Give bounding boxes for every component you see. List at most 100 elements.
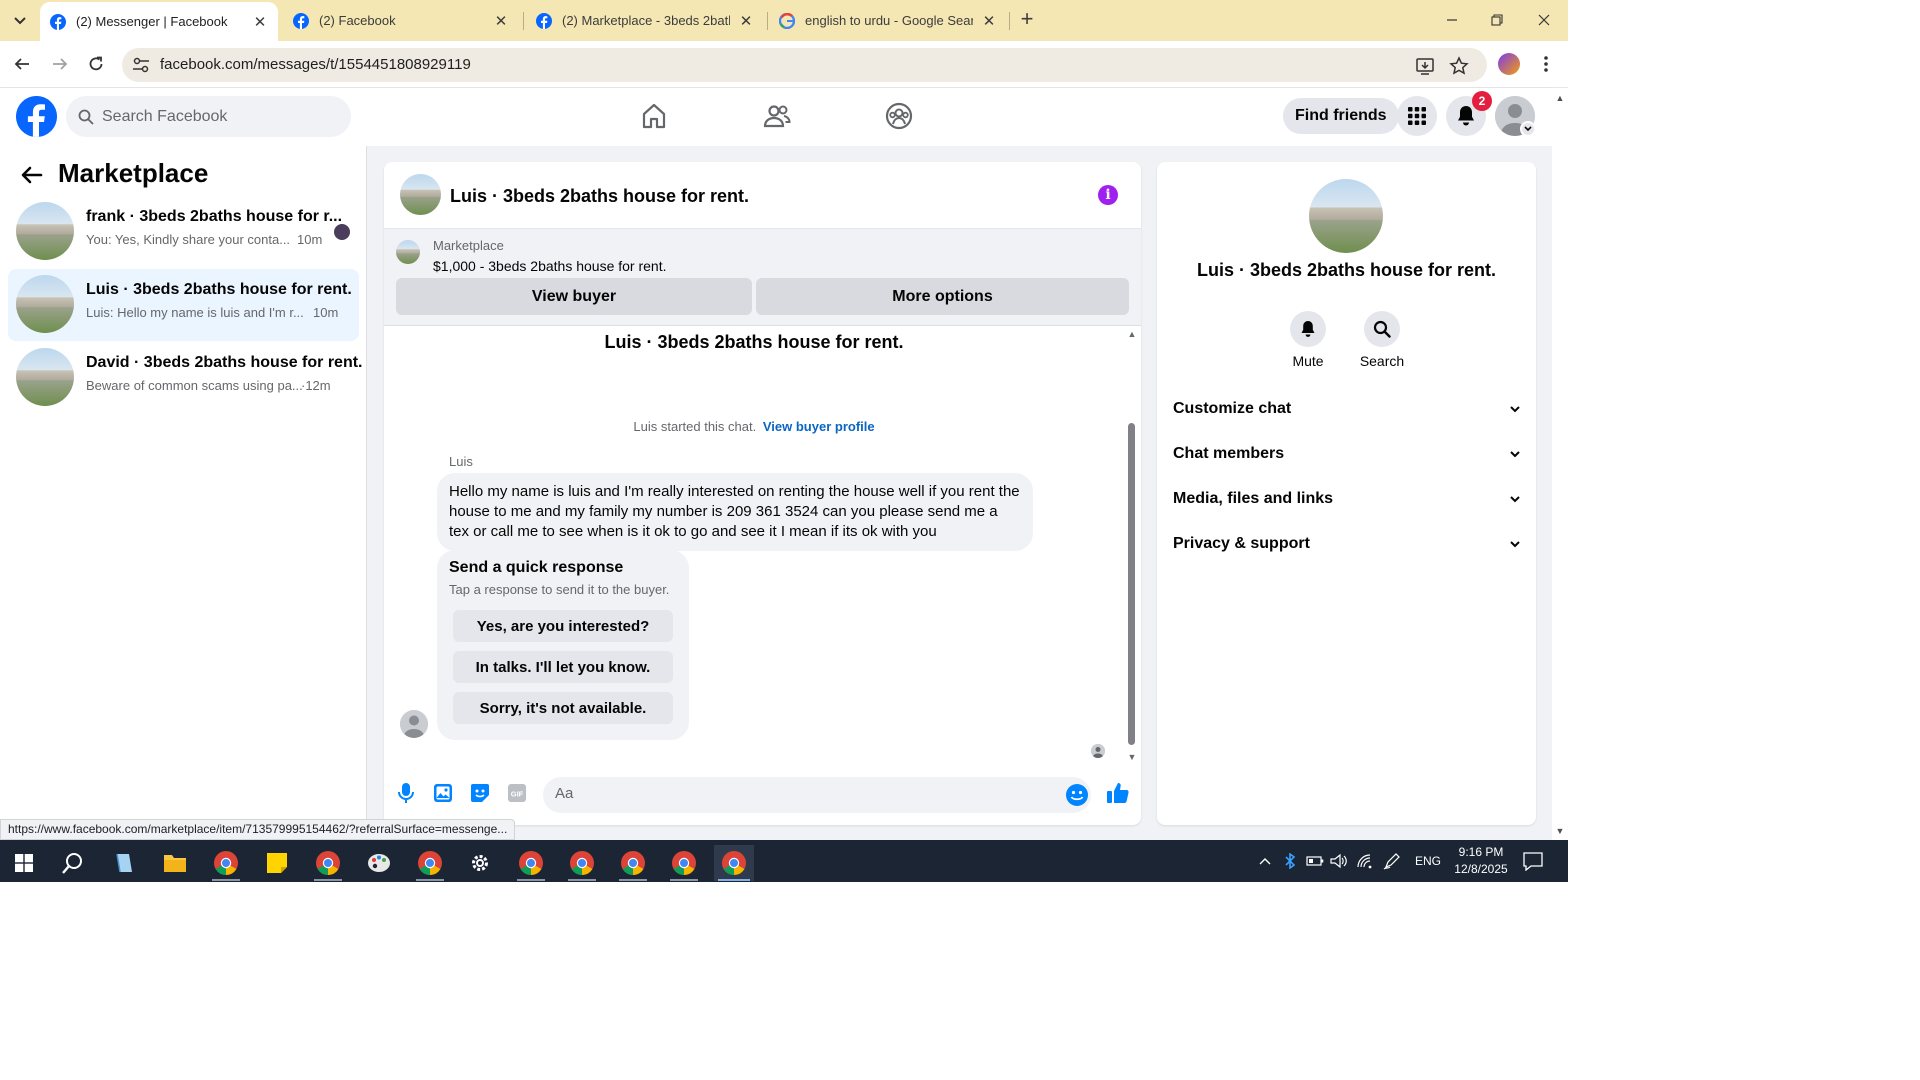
sender-avatar[interactable] <box>400 710 428 738</box>
find-friends-button[interactable]: Find friends <box>1283 98 1399 134</box>
message-input[interactable] <box>555 785 1035 802</box>
volume-tray[interactable] <box>1330 852 1348 870</box>
browser-tab-messenger[interactable]: (2) Messenger | Facebook ✕ <box>40 2 278 41</box>
chat-info-panel: Luis · 3beds 2baths house for rent. Mute… <box>1157 162 1536 825</box>
listing-summary[interactable]: $1,000 - 3beds 2baths house for rent. <box>433 258 667 274</box>
section-chat-members[interactable]: Chat members <box>1173 434 1520 474</box>
browser-tab-marketplace[interactable]: (2) Marketplace - 3beds 2baths ✕ <box>526 0 764 41</box>
info-icon[interactable]: i <box>1098 185 1118 205</box>
address-bar[interactable]: facebook.com/messages/t/1554451808929119 <box>122 48 1487 82</box>
chat-title[interactable]: Luis · 3beds 2baths house for rent. <box>450 186 749 207</box>
close-tab-icon[interactable]: ✕ <box>493 12 509 30</box>
scroll-up-icon[interactable]: ▲ <box>1555 93 1565 103</box>
browser-menu-icon[interactable] <box>1540 54 1552 74</box>
more-options-button[interactable]: More options <box>756 278 1129 315</box>
facebook-search[interactable] <box>66 96 351 137</box>
reload-button[interactable] <box>85 53 107 75</box>
menu-button[interactable] <box>1397 96 1437 136</box>
scrollbar-thumb[interactable] <box>1128 423 1135 745</box>
view-buyer-button[interactable]: View buyer <box>396 278 752 315</box>
quick-response-button[interactable]: Yes, are you interested? <box>453 610 673 642</box>
attach-photo-button[interactable] <box>431 781 455 805</box>
view-buyer-profile-link[interactable]: View buyer profile <box>763 419 875 434</box>
taskbar-chrome-1[interactable] <box>206 845 246 881</box>
listing-thumbnail[interactable] <box>400 174 441 215</box>
messenger-main: Marketplace frank · 3beds 2baths house f… <box>0 146 1552 840</box>
close-window-button[interactable] <box>1529 6 1559 34</box>
tab-search-button[interactable] <box>6 7 34 35</box>
scroll-down-icon[interactable]: ▼ <box>1127 752 1137 762</box>
taskbar-chrome-5[interactable] <box>562 845 602 881</box>
pen-tray[interactable] <box>1383 852 1401 870</box>
mute-circle[interactable] <box>1290 311 1326 347</box>
voice-clip-button[interactable] <box>394 781 418 805</box>
taskbar-file-explorer[interactable] <box>155 845 195 881</box>
search-circle[interactable] <box>1364 311 1400 347</box>
conversation-item-luis[interactable]: Luis · 3beds 2baths house for rent. Luis… <box>8 269 359 341</box>
gif-button[interactable]: GIF <box>505 781 529 805</box>
emoji-button[interactable] <box>1065 783 1089 812</box>
search-conversation-button[interactable]: Search <box>1342 311 1422 369</box>
taskbar-chrome-2[interactable] <box>308 845 348 881</box>
taskbar-paint[interactable] <box>359 845 399 881</box>
site-settings-icon[interactable] <box>132 56 150 74</box>
input-language[interactable]: ENG <box>1415 854 1441 868</box>
minimize-button[interactable] <box>1437 6 1467 34</box>
quick-response-button[interactable]: Sorry, it's not available. <box>453 692 673 724</box>
taskbar-settings[interactable] <box>460 845 500 881</box>
page-scrollbar[interactable]: ▲ ▼ <box>1552 88 1568 840</box>
taskbar-search-button[interactable] <box>53 845 93 881</box>
taskbar-chrome-3[interactable] <box>410 845 450 881</box>
bookmark-star-icon[interactable] <box>1449 56 1469 76</box>
new-tab-button[interactable]: + <box>1015 8 1039 32</box>
forward-button[interactable] <box>49 53 71 75</box>
nav-friends[interactable] <box>762 101 792 131</box>
close-tab-icon[interactable]: ✕ <box>738 12 754 30</box>
mute-button[interactable]: Mute <box>1268 311 1348 369</box>
taskbar-chrome-4[interactable] <box>511 845 551 881</box>
scroll-down-icon[interactable]: ▼ <box>1555 826 1565 836</box>
quick-response-button[interactable]: In talks. I'll let you know. <box>453 651 673 683</box>
taskbar-chrome-7[interactable] <box>664 845 704 881</box>
facebook-search-input[interactable] <box>102 107 322 126</box>
show-hidden-icons[interactable] <box>1256 852 1274 870</box>
restore-button[interactable] <box>1482 6 1512 34</box>
account-menu-caret[interactable] <box>1520 121 1536 137</box>
scroll-up-icon[interactable]: ▲ <box>1127 329 1137 339</box>
nav-groups[interactable] <box>884 101 914 131</box>
section-privacy-support[interactable]: Privacy & support <box>1173 524 1520 564</box>
action-center-icon[interactable] <box>1522 851 1544 871</box>
conversation-item-david[interactable]: David · 3beds 2baths house for rent. Bew… <box>8 342 363 414</box>
close-tab-icon[interactable]: ✕ <box>252 13 268 31</box>
section-media-files-links[interactable]: Media, files and links <box>1173 479 1520 519</box>
install-app-icon[interactable] <box>1415 56 1435 76</box>
back-button[interactable] <box>20 163 44 187</box>
system-clock[interactable]: 9:16 PM 12/8/2025 <box>1452 844 1510 878</box>
facebook-logo[interactable] <box>16 96 57 137</box>
start-button[interactable] <box>4 845 44 881</box>
battery-tray[interactable] <box>1306 852 1324 870</box>
taskbar-chrome-active[interactable] <box>714 845 754 881</box>
browser-tab-facebook[interactable]: (2) Facebook ✕ <box>283 0 519 41</box>
browser-tab-google[interactable]: english to urdu - Google Search ✕ <box>769 0 1007 41</box>
taskbar-sticky-notes[interactable] <box>257 845 297 881</box>
seen-indicator-avatar <box>1091 744 1105 758</box>
taskbar-chrome-6[interactable] <box>613 845 653 881</box>
url-text[interactable]: facebook.com/messages/t/1554451808929119 <box>160 56 471 73</box>
close-tab-icon[interactable]: ✕ <box>981 12 997 30</box>
section-customize-chat[interactable]: Customize chat <box>1173 389 1520 429</box>
sticker-button[interactable] <box>468 781 492 805</box>
default-avatar-icon <box>400 710 428 738</box>
taskbar-app-notepad[interactable] <box>104 845 144 881</box>
chat-scrollbar[interactable]: ▲ ▼ <box>1125 327 1139 767</box>
conversation-item-frank[interactable]: frank · 3beds 2baths house for r... You:… <box>8 196 359 268</box>
browser-profile-avatar[interactable] <box>1498 53 1520 75</box>
send-like-button[interactable] <box>1106 781 1130 805</box>
bell-icon <box>1458 106 1474 126</box>
bluetooth-tray[interactable] <box>1281 852 1299 870</box>
back-button[interactable] <box>11 53 33 75</box>
message-input-box[interactable] <box>543 777 1091 813</box>
nav-home[interactable] <box>639 101 669 131</box>
network-tray[interactable] <box>1356 852 1374 870</box>
listing-thumbnail <box>396 240 420 264</box>
